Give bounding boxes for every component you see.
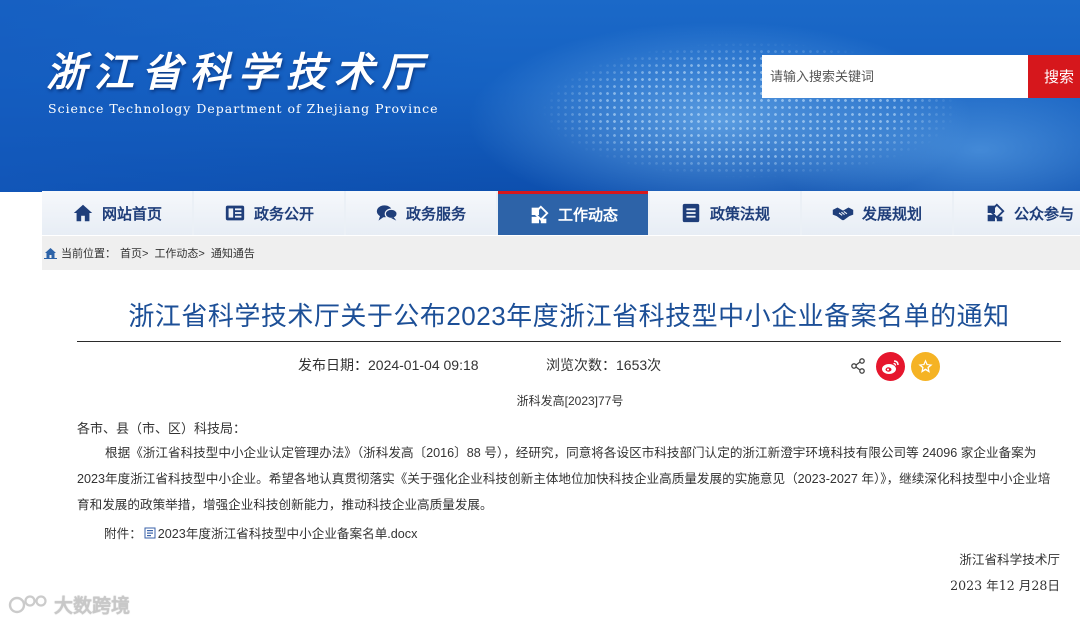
- breadcrumb-home[interactable]: 首页>: [120, 245, 148, 261]
- watermark-logo-icon: [8, 594, 47, 613]
- recipient-line: 各市、县（市、区）科技局：: [77, 421, 247, 436]
- breadcrumb-work-news[interactable]: 工作动态>: [154, 245, 204, 261]
- title-divider: [77, 341, 1061, 342]
- nav-label: 公众参与: [1013, 205, 1074, 223]
- nav-item-work-news[interactable]: 工作动态: [498, 191, 648, 235]
- nav-label: 政务公开: [253, 205, 314, 223]
- nav-item-participation[interactable]: 公众参与: [954, 191, 1080, 235]
- home-icon: [73, 204, 93, 222]
- docx-file-icon: [144, 527, 156, 539]
- site-title[interactable]: 浙江省科学技术厅: [46, 40, 430, 98]
- breadcrumb-prefix: 当前位置：: [61, 248, 116, 260]
- nav-item-gov-open[interactable]: 政务公开: [194, 191, 344, 235]
- document-number: 浙科发高[2023]77号: [516, 394, 624, 408]
- search-button[interactable]: 搜索: [1028, 55, 1080, 98]
- main-nav: 网站首页 政务公开 政务服务 工作动态 政策法规 发展规划 公众参与: [42, 191, 1080, 235]
- nav-item-planning[interactable]: 发展规划: [802, 191, 952, 235]
- header-banner: 浙江省科学技术厅 Science Technology Department o…: [0, 0, 1080, 192]
- nav-label: 工作动态: [557, 207, 618, 224]
- favorite-star-icon[interactable]: [911, 352, 940, 381]
- nav-label: 政策法规: [709, 205, 770, 223]
- chat-icon: [376, 205, 398, 221]
- article-body: 根据《浙江省科技型中小企业认定管理办法》（浙科发高〔2016〕88 号），经研究…: [77, 446, 1051, 512]
- weibo-share-icon[interactable]: [876, 352, 905, 381]
- attachment-row: 附件： 2023年度浙江省科技型中小企业备案名单.docx: [104, 523, 417, 542]
- nav-label: 网站首页: [101, 205, 162, 223]
- handshake-icon: [832, 207, 854, 221]
- signing-date: 2023 年12 月28日: [950, 578, 1060, 593]
- share-icon[interactable]: [850, 358, 866, 379]
- search-input[interactable]: [762, 55, 1028, 98]
- nav-label: 政务服务: [405, 205, 466, 223]
- nav-item-policy[interactable]: 政策法规: [650, 191, 800, 235]
- publish-date: 发布日期：2024-01-04 09:18: [298, 357, 479, 373]
- watermark: 大数跨境: [8, 591, 130, 618]
- list-icon: [682, 203, 700, 223]
- nav-label: 发展规划: [861, 205, 922, 223]
- signing-organization: 浙江省科学技术厅: [959, 553, 1060, 567]
- watermark-text: 大数跨境: [54, 596, 131, 617]
- view-count: 浏览次数：1653次: [546, 357, 662, 373]
- breadcrumb: 当前位置： 首页> 工作动态> 通知通告: [42, 236, 1080, 270]
- nav-item-home[interactable]: 网站首页: [42, 191, 192, 235]
- newspaper-icon: [225, 205, 245, 221]
- location-home-icon: [44, 247, 57, 259]
- attachment-label: 附件：: [104, 527, 142, 541]
- article-title: 浙江省科学技术厅关于公布2023年度浙江省科技型中小企业备案名单的通知: [128, 301, 1010, 331]
- site-subtitle: Science Technology Department of Zhejian…: [48, 101, 439, 116]
- nav-item-gov-service[interactable]: 政务服务: [346, 191, 496, 235]
- participate-icon: [987, 203, 1005, 222]
- attachment-file-link[interactable]: 2023年度浙江省科技型中小企业备案名单.docx: [158, 523, 418, 542]
- breadcrumb-notices[interactable]: 通知通告: [211, 245, 255, 261]
- world-map-graphic: [520, 20, 1080, 190]
- work-icon: [531, 204, 549, 223]
